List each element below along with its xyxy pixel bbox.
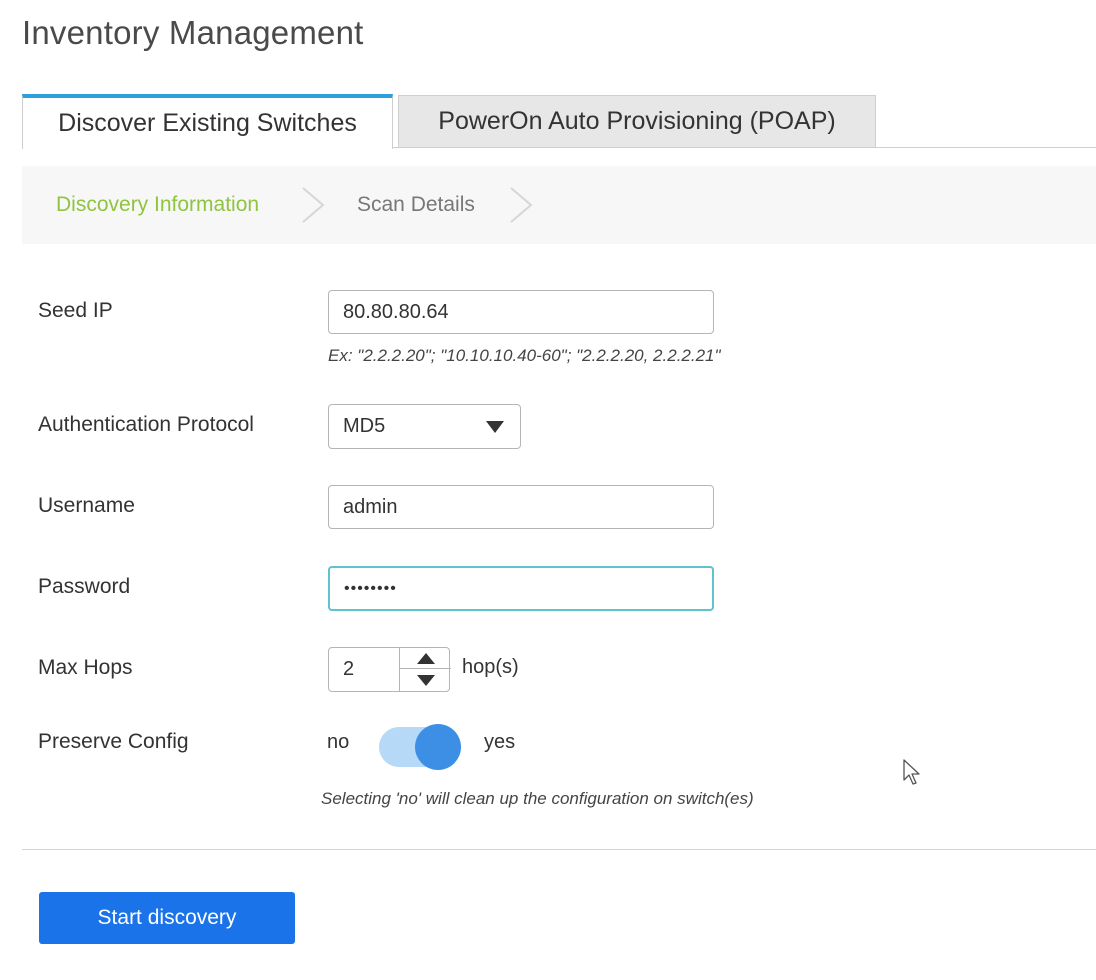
increment-button[interactable] — [400, 648, 451, 669]
preserve-config-label: Preserve Config — [38, 730, 189, 753]
start-discovery-button[interactable]: Start discovery — [39, 892, 295, 944]
username-input[interactable] — [328, 485, 714, 529]
auth-protocol-label: Authentication Protocol — [38, 413, 254, 436]
wizard-steps: Discovery Information Scan Details — [22, 166, 1096, 244]
toggle-knob[interactable] — [415, 724, 461, 770]
seed-ip-hint: Ex: "2.2.2.20"; "10.10.10.40-60"; "2.2.2… — [328, 346, 721, 365]
password-label: Password — [38, 575, 131, 598]
step-scan-details[interactable]: Scan Details — [357, 166, 475, 244]
mouse-cursor-icon — [903, 759, 920, 785]
arrow-down-icon — [417, 675, 435, 686]
caret-down-icon — [486, 421, 504, 433]
chevron-right-icon — [302, 187, 325, 223]
footer-divider — [22, 849, 1096, 850]
max-hops-value[interactable]: 2 — [343, 658, 354, 681]
arrow-up-icon — [417, 653, 435, 664]
username-label: Username — [38, 494, 135, 517]
seed-ip-label: Seed IP — [38, 299, 113, 322]
decrement-button[interactable] — [400, 669, 451, 691]
chevron-right-icon — [510, 187, 533, 223]
toggle-no-label: no — [327, 731, 350, 753]
tab-poap[interactable]: PowerOn Auto Provisioning (POAP) — [398, 95, 876, 147]
auth-protocol-value: MD5 — [343, 415, 386, 437]
toggle-yes-label: yes — [484, 731, 516, 753]
tab-discover-existing-switches[interactable]: Discover Existing Switches — [22, 94, 393, 149]
page-title: Inventory Management — [22, 14, 364, 51]
seed-ip-input[interactable] — [328, 290, 714, 334]
preserve-config-hint: Selecting 'no' will clean up the configu… — [321, 789, 754, 808]
auth-protocol-select[interactable]: MD5 — [328, 404, 521, 449]
max-hops-unit: hop(s) — [462, 656, 519, 678]
max-hops-stepper[interactable]: 2 — [328, 647, 451, 692]
max-hops-label: Max Hops — [38, 656, 133, 679]
step-discovery-information[interactable]: Discovery Information — [56, 166, 259, 244]
password-input[interactable]: •••••••• — [328, 566, 714, 611]
stepper-buttons — [399, 648, 451, 691]
